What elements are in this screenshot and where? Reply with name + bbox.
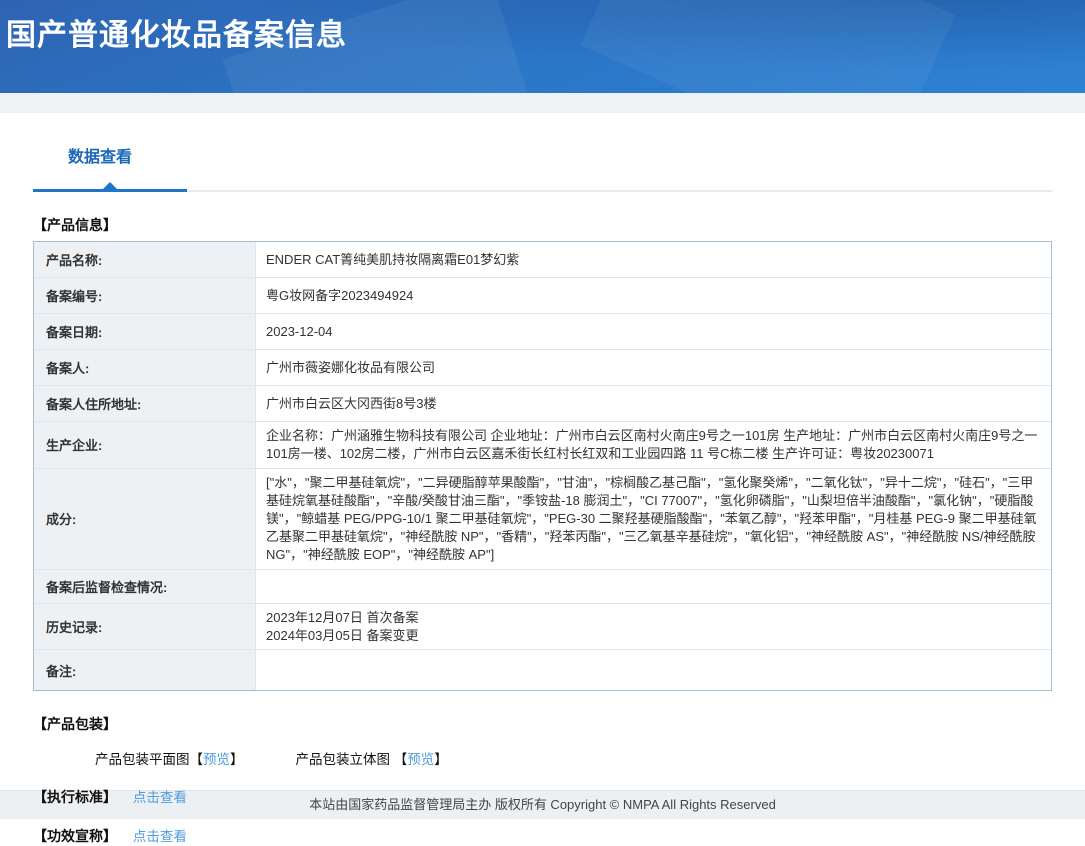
table-row-product-name: 产品名称: ENDER CAT箐纯美肌持妆隔离霜E01梦幻紫 [34, 242, 1051, 278]
field-label: 成分: [34, 468, 256, 570]
field-value: ["水"，"聚二甲基硅氧烷"，"二异硬脂醇苹果酸酯"，"甘油"，"棕榈酸乙基己酯… [256, 469, 1051, 570]
content-card: 数据查看 【产品信息】 产品名称: ENDER CAT箐纯美肌持妆隔离霜E01梦… [0, 113, 1085, 844]
field-label: 产品名称: [34, 242, 256, 278]
table-row-registration-date: 备案日期: 2023-12-04 [34, 314, 1051, 350]
field-value: 企业名称：广州涵雅生物科技有限公司 企业地址：广州市白云区南村火南庄9号之一10… [256, 422, 1051, 469]
active-tab-underline [33, 182, 187, 192]
field-value [256, 570, 1051, 604]
bracket: 】 [230, 752, 244, 768]
field-label: 备案人: [34, 350, 256, 386]
field-value: 粤G妆网备字2023494924 [256, 278, 1051, 314]
table-row-registrant: 备案人: 广州市薇姿娜化妆品有限公司 [34, 350, 1051, 386]
packaging-stereo-preview-link[interactable]: 预览 [407, 752, 434, 767]
product-info-heading: 【产品信息】 [33, 217, 117, 233]
table-row-registration-number: 备案编号: 粤G妆网备字2023494924 [34, 278, 1051, 314]
field-value: 2023-12-04 [256, 314, 1051, 350]
tab-data-view[interactable]: 数据查看 [68, 143, 132, 167]
page-header: 国产普通化妆品备案信息 [0, 0, 1085, 93]
field-label: 备案编号: [34, 278, 256, 314]
table-row-history: 历史记录: 2023年12月07日 首次备案 2024年03月05日 备案变更 [34, 603, 1051, 651]
page-title: 国产普通化妆品备案信息 [6, 19, 347, 52]
field-value: 广州市薇姿娜化妆品有限公司 [256, 350, 1051, 386]
field-label: 备案后监督检查情况: [34, 569, 256, 604]
packaging-flat-group: 产品包装平面图【预览】 [95, 748, 244, 768]
efficacy-heading: 【功效宣称】 [33, 828, 117, 845]
packaging-flat-label: 产品包装平面图 [95, 752, 190, 768]
packaging-links-row: 产品包装平面图【预览】 产品包装立体图 【预览】 [95, 748, 1052, 768]
standard-view-link[interactable]: 点击查看 [133, 790, 187, 805]
packaging-heading: 【产品包装】 [33, 716, 117, 733]
bracket: 【 [189, 752, 204, 768]
field-label: 备案日期: [34, 314, 256, 350]
field-label: 生产企业: [34, 422, 256, 469]
packaging-stereo-label: 产品包装立体图 [295, 752, 391, 768]
table-row-supervision-check: 备案后监督检查情况: [34, 569, 1051, 604]
field-label: 备注: [34, 650, 256, 691]
table-row-ingredients: 成分: ["水"，"聚二甲基硅氧烷"，"二异硬脂醇苹果酸酯"，"甘油"，"棕榈酸… [34, 468, 1051, 570]
standard-heading: 【执行标准】 [33, 789, 117, 806]
efficacy-view-link[interactable]: 点击查看 [133, 829, 187, 844]
product-info-table: 产品名称: ENDER CAT箐纯美肌持妆隔离霜E01梦幻紫 备案编号: 粤G妆… [33, 241, 1052, 692]
packaging-stereo-group: 产品包装立体图 【预览】 [296, 748, 448, 768]
history-line: 2023年12月07日 首次备案 [266, 609, 419, 625]
table-row-registrant-address: 备案人住所地址: 广州市白云区大冈西街8号3楼 [34, 386, 1051, 422]
tab-caret-icon [103, 182, 117, 189]
field-label: 历史记录: [34, 603, 256, 651]
tab-bar: 数据查看 [33, 113, 1052, 192]
packaging-flat-preview-link[interactable]: 预览 [203, 752, 230, 767]
bracket: 】 [434, 752, 448, 768]
field-label: 备案人住所地址: [34, 386, 256, 422]
table-row-remarks: 备注: [34, 650, 1051, 691]
header-divider-band [0, 93, 1085, 113]
bracket: 【 [393, 752, 408, 768]
field-value: 2023年12月07日 首次备案 2024年03月05日 备案变更 [256, 604, 1051, 651]
copyright-text: 本站由国家药品监督管理局主办 版权所有 Copyright © NMPA All… [309, 797, 776, 812]
efficacy-section: 【功效宣称】 点击查看 [33, 825, 1052, 846]
history-line: 2024年03月05日 备案变更 [266, 627, 419, 643]
table-row-manufacturer: 生产企业: 企业名称：广州涵雅生物科技有限公司 企业地址：广州市白云区南村火南庄… [34, 422, 1051, 469]
field-value: ENDER CAT箐纯美肌持妆隔离霜E01梦幻紫 [256, 242, 1051, 278]
field-value [256, 650, 1051, 690]
field-value: 广州市白云区大冈西街8号3楼 [256, 386, 1051, 422]
